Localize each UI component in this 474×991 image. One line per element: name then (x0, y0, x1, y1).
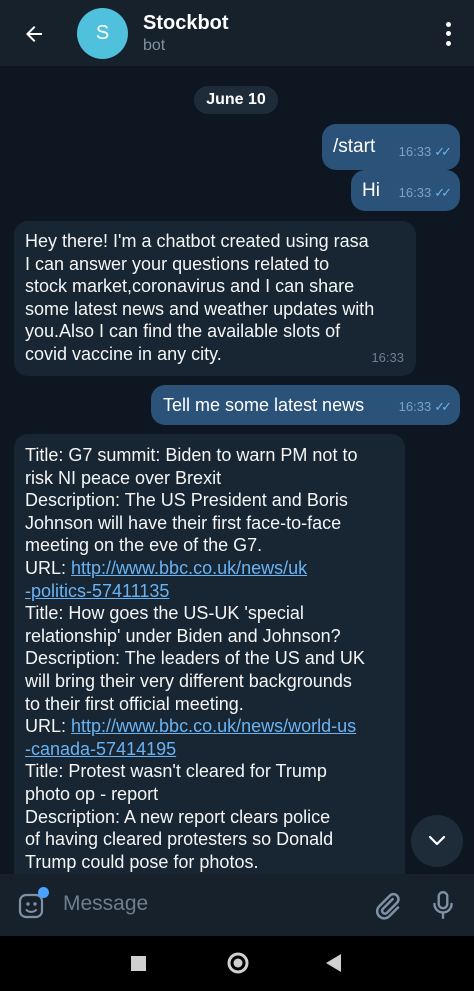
outgoing-message[interactable]: /start 16:33 ✓✓ (322, 124, 460, 170)
attach-icon[interactable] (372, 891, 402, 926)
incoming-message[interactable]: Title: G7 summit: Biden to warn PM not t… (14, 434, 405, 874)
message-time: 16:33 (371, 350, 404, 366)
message-text: Tell me some latest news (163, 395, 365, 415)
message-line: Title: Protest wasn't cleared for Trump (25, 761, 327, 782)
message-line: some latest news and weather updates wit… (25, 298, 375, 319)
message-text: Hi (362, 180, 380, 201)
message-line: of having cleared protesters so Donald (25, 829, 334, 850)
message-time: 16:33 (398, 185, 432, 201)
date-separator: June 10 (194, 86, 278, 114)
message-line: you.Also I can find the available slots … (25, 321, 341, 342)
message-meta: 16:33 ✓✓ (398, 396, 452, 419)
message-line: photo op - report (25, 783, 159, 804)
message-input[interactable]: Message (63, 892, 148, 916)
double-check-icon: ✓✓ (434, 144, 452, 160)
message-line: I can answer your questions related to (25, 253, 330, 274)
message-meta: 16:33 (371, 347, 404, 370)
recents-icon[interactable] (131, 956, 146, 976)
outgoing-message[interactable]: Tell me some latest news 16:33 ✓✓ (151, 385, 460, 425)
chevron-down-icon (428, 835, 446, 846)
message-line: risk NI peace over Brexit (25, 467, 222, 488)
message-line: covid vaccine in any city. (25, 343, 222, 364)
home-icon[interactable] (226, 951, 250, 980)
message-composer: Message (0, 874, 474, 936)
message-line: Johnson will have their first face-to-fa… (25, 512, 342, 533)
back-arrow-icon[interactable] (18, 18, 50, 50)
url-label: URL: (25, 557, 72, 578)
double-check-icon: ✓✓ (434, 399, 452, 415)
message-line: URL: http://www.bbc.co.uk/news/world-us (25, 715, 394, 738)
chat-subtitle: bot (143, 37, 166, 54)
message-line: Hey there! I'm a chatbot created using r… (25, 231, 369, 251)
incoming-message[interactable]: Hey there! I'm a chatbot created using r… (14, 221, 416, 376)
message-line: will bring their very different backgrou… (25, 670, 352, 691)
message-line: stock market,coronavirus and I can share (25, 276, 355, 297)
system-navigation-bar (0, 936, 474, 991)
message-line: Title: How goes the US-UK 'special (25, 603, 304, 624)
message-line: Description: The US President and Boris (25, 490, 348, 511)
back-icon[interactable] (326, 954, 342, 977)
message-line: to their first official meeting. (25, 693, 244, 714)
notification-dot (38, 887, 49, 898)
message-text: /start (333, 136, 376, 157)
message-line: Trump could pose for photos. (25, 851, 259, 872)
url-label: URL: (25, 716, 72, 737)
message-list[interactable]: June 10 /start 16:33 ✓✓ Hi 16:33 ✓✓ Hey … (0, 66, 474, 874)
chat-title[interactable]: Stockbot (143, 12, 229, 35)
message-line: meeting on the eve of the G7. (25, 535, 263, 556)
message-line: Title: G7 summit: Biden to warn PM not t… (25, 445, 358, 465)
scroll-to-bottom-button[interactable] (411, 815, 463, 867)
avatar[interactable]: S (77, 8, 128, 59)
message-time: 16:33 (398, 144, 432, 160)
news-link[interactable]: http://www.bbc.co.uk/news/uk (71, 558, 307, 578)
more-options-icon[interactable] (436, 20, 460, 48)
news-link-continuation[interactable]: -canada-57414195 (25, 738, 394, 761)
double-check-icon: ✓✓ (434, 185, 452, 201)
outgoing-message[interactable]: Hi 16:33 ✓✓ (351, 170, 460, 211)
message-time: 16:33 (398, 399, 432, 415)
message-line: relationship' under Biden and Johnson? (25, 625, 341, 646)
news-link-continuation[interactable]: -politics-57411135 (25, 580, 394, 603)
message-line: URL: http://www.bbc.co.uk/news/uk (25, 557, 394, 580)
message-line: Description: The leaders of the US and U… (25, 648, 365, 669)
avatar-letter: S (95, 22, 110, 44)
message-line: Description: A new report clears police (25, 806, 331, 827)
message-meta: 16:33 ✓✓ (398, 182, 452, 205)
chat-header: S Stockbot bot (0, 0, 474, 66)
microphone-icon[interactable] (430, 890, 456, 925)
news-link[interactable]: http://www.bbc.co.uk/news/world-us (71, 716, 356, 736)
message-meta: 16:33 ✓✓ (398, 141, 452, 164)
